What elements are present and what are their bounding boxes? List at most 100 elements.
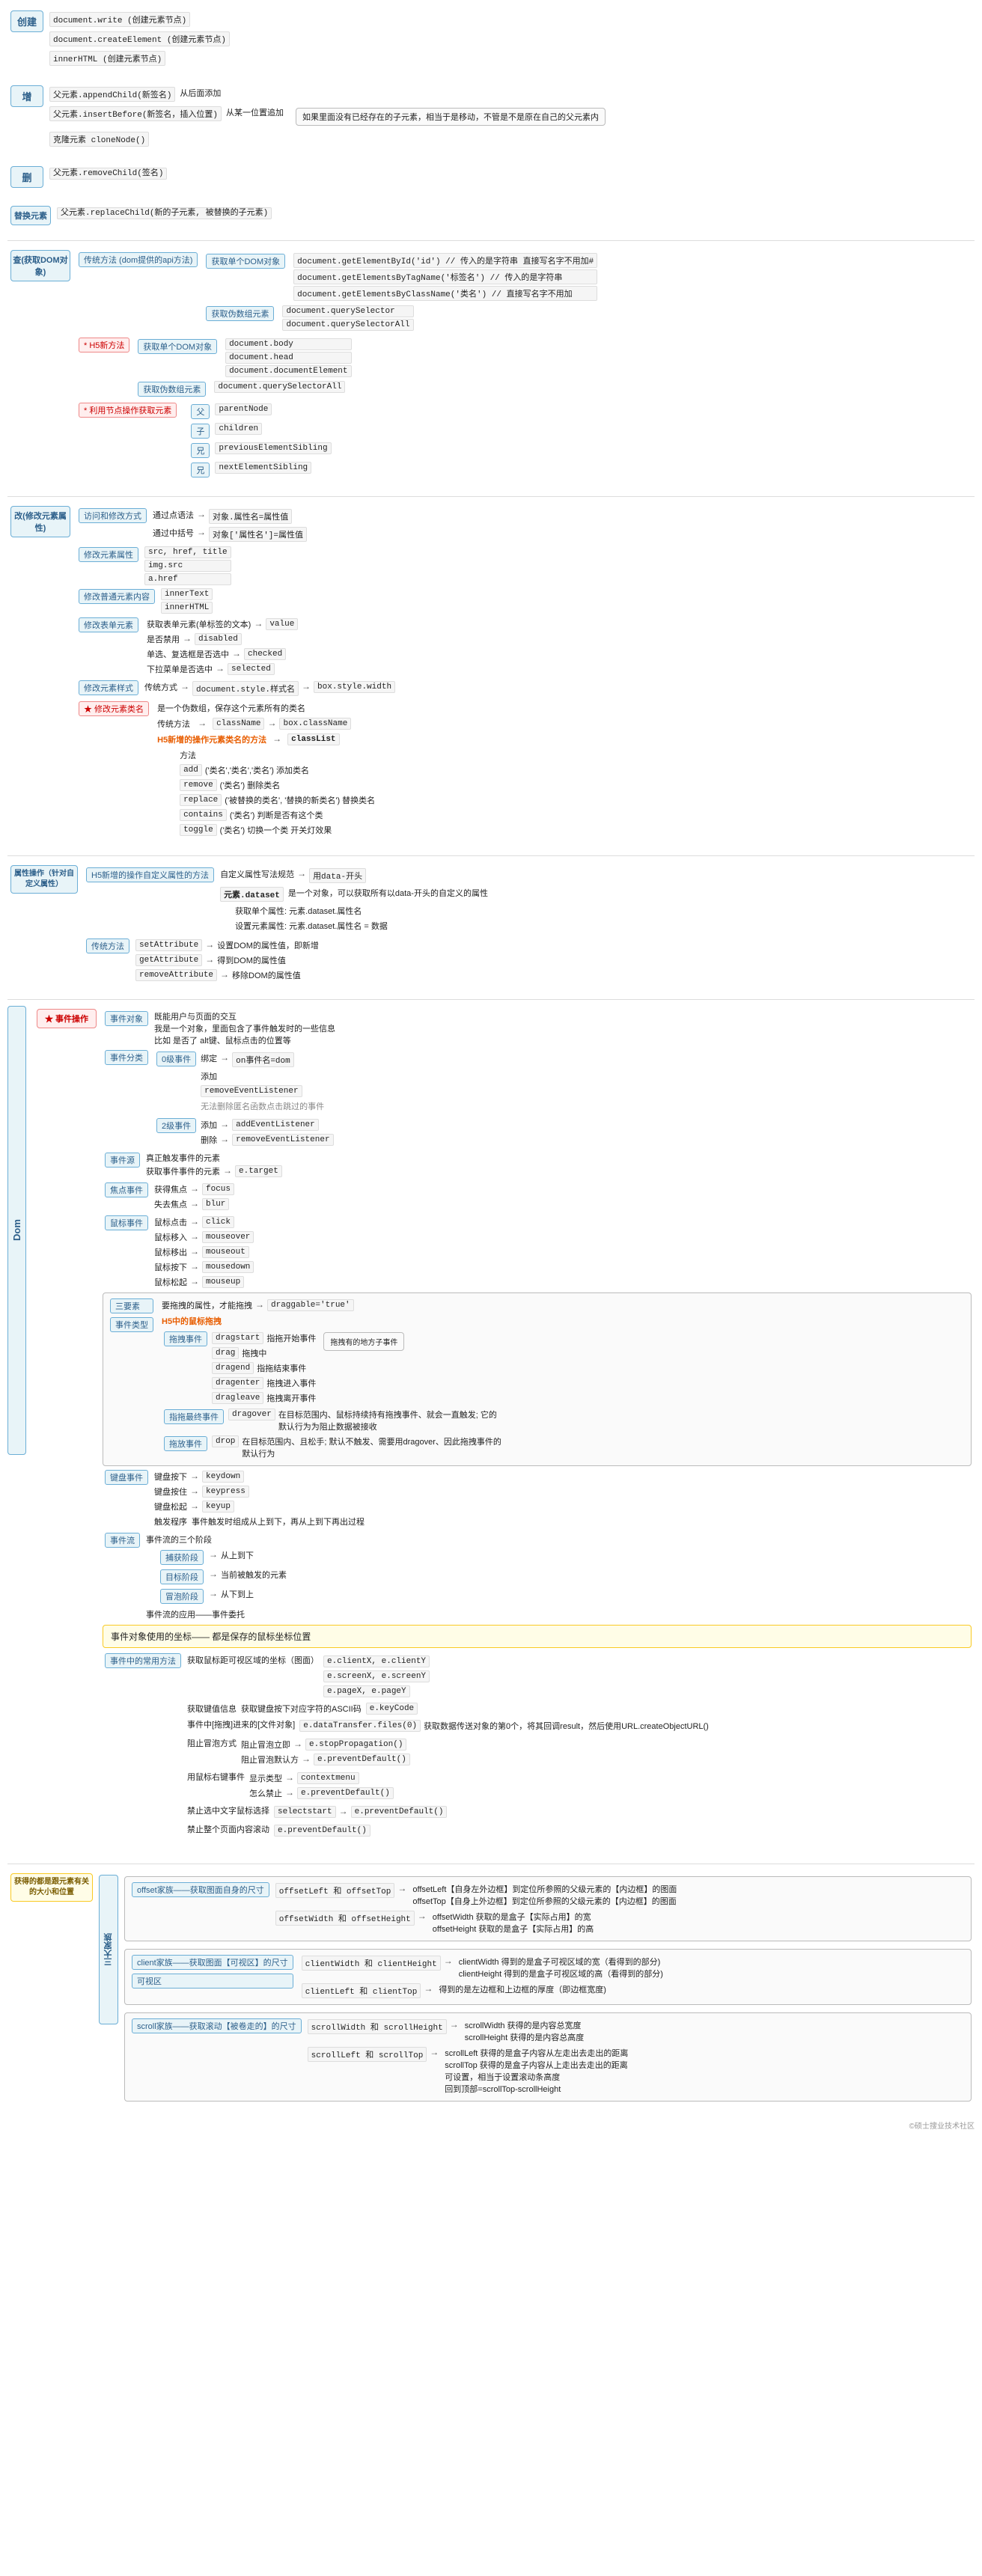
arrow-click: → [190, 1216, 199, 1227]
arrow-5: → [232, 648, 241, 659]
event-flow-content: 事件流的三个阶段 捕获阶段 → 从上到下 目标阶段 [146, 1532, 287, 1622]
dragend-desc: 指拖结束事件 [257, 1362, 306, 1374]
mouse-up-label: 鼠标松起 [154, 1276, 187, 1288]
modify-checked-label: 单选、复选框是否选中 [147, 648, 229, 660]
mouse-click-label: 鼠标点击 [154, 1216, 187, 1228]
drag-event-row: 三要素 事件类型 要拖拽的属性，才能拖拽 → draggable='true' [103, 1292, 972, 1466]
modify-attr-1: src, href, title [144, 546, 231, 558]
create-label: 创建 [10, 10, 43, 32]
arrow-14: → [205, 954, 214, 965]
event-obj-desc2: 我是一个对象，里面包含了事件触发时的一些信息 [154, 1022, 335, 1034]
query-node-items: 父 parentNode 子 children 兄 previousElemen… [189, 402, 331, 480]
classlist-toggle: toggle ('类名') 切换一个类 开关灯效果 [180, 824, 375, 836]
drag-event-section: 拖拽事件 dragstart 指拖开始事件 drag 拖拽中 [162, 1331, 504, 1405]
arrow-9: → [198, 718, 207, 728]
add-item-1: 父元素.appendChild(新签名) 从后面添加 [49, 87, 972, 102]
dom0-add-label: 添加 [201, 1070, 217, 1082]
event-obj-row: 事件对象 既能用户与页面的交互 我是一个对象，里面包含了事件触发时的一些信息 比… [103, 1010, 972, 1046]
dragend-event: dragend [212, 1362, 254, 1374]
node-parent-label: 父 [191, 404, 210, 419]
modify-disabled: 是否禁用 → disabled [147, 633, 298, 645]
modify-input-section: 修改表单元素 获取表单元素(单标签的文本) → value 是否禁用 → dis… [76, 617, 972, 677]
capture-stage: 捕获阶段 → 从上到下 [158, 1549, 287, 1566]
prevent-default-label: 阻止冒泡默认方 [241, 1754, 299, 1765]
keyboard-order-label: 触发程序 [154, 1516, 187, 1527]
keycode-section: 获取键值信息 获取键盘按下对应字符的ASCII码 e.keyCode [187, 1703, 709, 1715]
classlist-replace-desc: ('被替换的类名', '替换的新类名') 替换类名 [225, 794, 375, 806]
delete-content: 父元素.removeChild(签名) [49, 166, 972, 178]
families-content: offset家族——获取图面自身的尺寸 offsetLeft 和 offsetT… [124, 1875, 972, 2103]
query-documentelement: document.documentElement [225, 365, 351, 377]
create-method-1: document.write (创建元素节点) [49, 12, 190, 27]
attr-dataset-get-desc: 获取单个属性: 元素.dataset.属性名 [235, 905, 362, 917]
keycode-desc: 获取键盘按下对应字符的ASCII码 [241, 1703, 362, 1715]
arrow-12: → [297, 868, 306, 879]
context-prevent-row: 怎么禁止 → e.preventDefault() [249, 1787, 394, 1799]
dom2-add-label: 添加 [201, 1119, 217, 1131]
keycode-label: 获取键值信息 [187, 1703, 237, 1715]
coords-page-prop: e.pageX, e.pageY [323, 1685, 410, 1697]
keyboard-press: 键盘按住 → keypress [154, 1486, 365, 1498]
query-node-section: * 利用节点操作获取元素 父 parentNode 子 children 兄 p [76, 402, 972, 480]
node-parent-val: parentNode [215, 403, 272, 415]
scroll-family: scroll家族——获取滚动【被卷走的】的尺寸 scrollWidth 和 sc… [124, 2012, 972, 2102]
classlist-replace: replace ('被替换的类名', '替换的新类名') 替换类名 [180, 794, 375, 806]
create-section: 创建 document.write (创建元素节点) document.crea… [7, 7, 975, 73]
scrollleft-desc: scrollLeft 获得的是盒子内容从左走出去走出的距离 [445, 2047, 628, 2059]
query-node-label: * 利用节点操作获取元素 [79, 403, 177, 418]
contextmenu-row: 显示类型 → contextmenu [249, 1772, 394, 1784]
target-label: 目标阶段 [160, 1569, 204, 1584]
focus-event-row: 焦点事件 获得焦点 → focus 失去焦点 → b [103, 1182, 972, 1212]
scroll-prevent-row: e.preventDefault() [274, 1825, 370, 1837]
modify-class-label: ★ 修改元素类名 [79, 701, 149, 716]
file-desc: 获取数据传送对象的第0个，将其回调result，然后使用URL.createOb… [424, 1720, 709, 1732]
event-flow-stages-label: 事件流的三个阶段 [146, 1533, 212, 1545]
query-h5-section: * H5新方法 获取单个DOM对象 document.body document… [76, 337, 972, 399]
arrow-bubble: → [209, 1588, 218, 1599]
attr-rule-label: 自定义属性写法规范 [220, 868, 294, 880]
selectstart-method: e.preventDefault() [351, 1806, 448, 1818]
dom0-remove-row: removeEventListener [201, 1085, 324, 1097]
coords-section: 获取鼠标距可视区域的坐标（图面） e.clientX, e.clientY e.… [187, 1654, 709, 1699]
classlist-h5-label: H5新增的操作元素类名的方法 [157, 733, 266, 745]
focus-get: 获得焦点 → focus [154, 1183, 234, 1195]
context-label: 用鼠标右键事件 [187, 1771, 245, 1783]
query-multiple-label: 获取伪数组元素 [206, 306, 274, 321]
arrow-7: → [180, 681, 189, 692]
footnote-text: ©硕士搜业技术社区 [909, 2122, 975, 2131]
query-h5-multiple-label: 获取伪数组元素 [138, 382, 206, 397]
add-desc-2: 从某一位置追加 [226, 106, 284, 118]
dom-label: Dom [7, 1006, 26, 1455]
arrow-scroll1: → [450, 2019, 459, 2030]
modify-input-group: 修改表单元素 [76, 617, 141, 634]
scroll-prevent-section: 禁止整个页面内容滚动 e.preventDefault() [187, 1823, 709, 1838]
delete-section: 删 父元素.removeChild(签名) [7, 163, 975, 194]
modify-visit-bracket-val: 对象['属性名']=属性值 [209, 527, 307, 542]
create-item-2: document.createElement (创建元素节点) [49, 31, 972, 46]
modify-innerhtml: innerHTML [161, 602, 213, 614]
keypress-event: keypress [202, 1486, 249, 1498]
create-item-3: innerHTML (创建元素节点) [49, 51, 972, 66]
modify-visit: 访问和修改方式 通过点语法 → 对象.属性名=属性值 通过中括号 → 对象['属… [76, 507, 972, 543]
dom0-remove-note-text: 无法删除匿名函数点击跳过的事件 [201, 1100, 324, 1112]
dom-events-wrapper: Dom ★ 事件操作 事件对象 既能用户与页面的交互 我是一个对象，里面包含了事… [7, 1006, 975, 1858]
scrollwidth-row: scrollWidth 和 scrollHeight → scrollWidth… [308, 2019, 629, 2043]
drag-events-list: dragstart 指拖开始事件 drag 拖拽中 dr [212, 1331, 316, 1405]
blur-label: 失去焦点 [154, 1198, 187, 1210]
keyboard-order-desc: 事件触发时组成从上到下，再从上到下再出过程 [192, 1516, 365, 1527]
event-methods-label: 事件中的常用方法 [105, 1653, 181, 1668]
coords-screen: e.screenX, e.screenY [323, 1670, 430, 1682]
drop-label: 拖放事件 [164, 1436, 207, 1451]
query-getbyclass: document.getElementsByClassName('类名') //… [293, 286, 597, 301]
modify-attr-content: src, href, title img.src a.href [144, 546, 231, 585]
dom0-label: 0级事件 [156, 1052, 196, 1066]
modify-classname-box: box.className [279, 718, 351, 730]
modify-visit-bracket-label: 通过中括号 [153, 527, 194, 539]
arrow-1: → [197, 509, 206, 519]
arrow-over: → [190, 1231, 199, 1242]
target-desc: 当前被触发的元素 [221, 1569, 287, 1581]
draggable-attr: draggable='true' [267, 1299, 354, 1311]
draggable-row: 要拖拽的属性，才能拖拽 → draggable='true' [162, 1299, 504, 1311]
query-getbyid: document.getElementById('id') // 传入的是字符串… [293, 253, 597, 268]
add-block: 增 父元素.appendChild(新签名) 从后面添加 父元素.insertB… [10, 85, 972, 148]
